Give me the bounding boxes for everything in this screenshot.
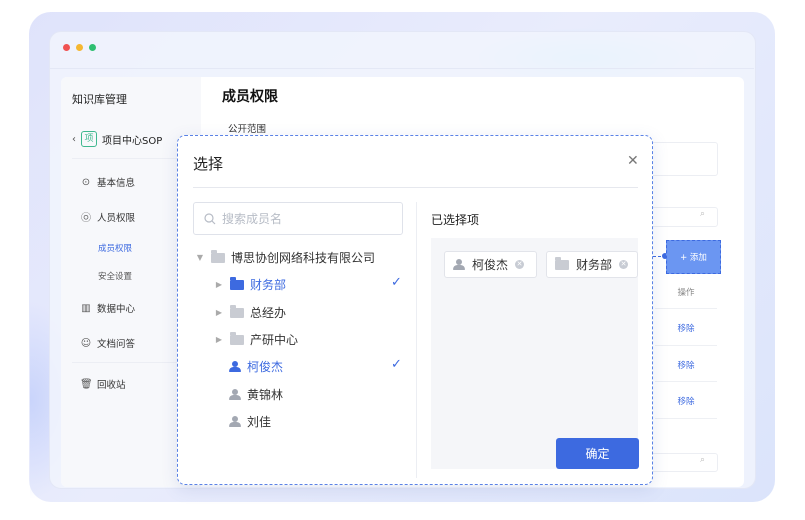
- user-icon: ㉧: [81, 213, 91, 224]
- tree-node-label: 柯俊杰: [247, 360, 284, 374]
- search-icon: ⌕: [700, 455, 706, 465]
- remove-chip-icon[interactable]: ✕: [619, 260, 629, 269]
- sidebar-item-label: 基本信息: [97, 178, 136, 189]
- tree-node-gm-office[interactable]: ▶ 总经办: [214, 304, 286, 321]
- folder-icon: [555, 256, 569, 270]
- maximize-window-dot[interactable]: [89, 44, 96, 51]
- close-icon[interactable]: ✕: [627, 153, 639, 169]
- caret-down-icon[interactable]: ▼: [195, 253, 205, 262]
- toolbar-divider: [50, 68, 754, 69]
- chip-label: 财务部: [576, 258, 613, 272]
- sidebar-subitem-member-permissions[interactable]: 成员权限: [98, 242, 132, 254]
- info-icon: ⊙: [81, 176, 91, 188]
- table-divider: [655, 308, 717, 309]
- sidebar-subitem-security[interactable]: 安全设置: [98, 270, 132, 282]
- search-icon: [204, 212, 216, 224]
- remove-link[interactable]: 移除: [655, 322, 717, 334]
- check-icon: ✓: [391, 275, 402, 290]
- user-icon: [229, 416, 241, 427]
- tree-node-person[interactable]: 黄锦林: [229, 386, 283, 403]
- user-icon: [229, 361, 241, 372]
- bottom-search-input[interactable]: [650, 453, 718, 472]
- close-window-dot[interactable]: [63, 44, 70, 51]
- folder-icon: [211, 249, 225, 263]
- search-icon: ⌕: [700, 209, 706, 219]
- sidebar-item-data-center[interactable]: ▥ 数据中心: [80, 301, 136, 316]
- search-input[interactable]: [222, 211, 382, 226]
- dialog-column-divider: [416, 202, 417, 478]
- add-member-button[interactable]: + 添加: [666, 240, 721, 274]
- chip-label: 柯俊杰: [472, 258, 509, 272]
- remove-link[interactable]: 移除: [655, 395, 717, 407]
- user-icon: [453, 259, 465, 270]
- sidebar-item-label: 回收站: [97, 380, 126, 391]
- trash-icon: 🗑: [80, 378, 93, 390]
- sidebar-item-basic-info[interactable]: ⊙ 基本信息: [80, 175, 136, 190]
- folder-icon: [230, 331, 244, 345]
- sidebar-item-doc-qa[interactable]: ☺ 文档问答: [80, 336, 136, 351]
- sidebar-item-label: 人员权限: [97, 212, 136, 224]
- sidebar-item-recycle-bin[interactable]: 🗑 回收站: [80, 377, 126, 392]
- folder-icon: [230, 304, 244, 318]
- tree-node-finance[interactable]: ▶ 财务部: [214, 276, 286, 293]
- tree-node-company[interactable]: ▼ 博思协创网络科技有限公司: [195, 249, 375, 266]
- caret-right-icon[interactable]: ▶: [214, 308, 224, 317]
- sidebar-item-permissions[interactable]: ㉧ 人员权限: [80, 209, 136, 225]
- tree-node-label: 刘佳: [247, 415, 272, 429]
- table-divider: [655, 381, 717, 382]
- remove-link[interactable]: 移除: [655, 359, 717, 371]
- scope-label: 公开范围: [228, 124, 267, 135]
- minimize-window-dot[interactable]: [76, 44, 83, 51]
- project-switcher[interactable]: ‹ 项 项目中心SOP: [72, 131, 162, 147]
- sidebar-item-label: 数据中心: [97, 304, 136, 315]
- tree-node-rnd[interactable]: ▶ 产研中心: [214, 331, 298, 348]
- dialog-divider: [193, 187, 638, 188]
- tree-node-label: 黄锦林: [247, 388, 284, 402]
- selected-chip: 财务部 ✕: [546, 251, 638, 278]
- tree-node-label: 产研中心: [250, 333, 299, 347]
- tree-node-label: 总经办: [250, 306, 287, 320]
- tree-node-label: 博思协创网络科技有限公司: [231, 251, 376, 265]
- sidebar-item-label: 文档问答: [97, 339, 136, 350]
- window-controls: [63, 44, 96, 51]
- project-name: 项目中心SOP: [102, 135, 163, 147]
- sidebar-divider: [72, 362, 192, 363]
- sidebar-title: 知识库管理: [72, 93, 127, 106]
- chat-icon: ☺: [80, 337, 92, 349]
- tree-node-person[interactable]: 柯俊杰: [229, 358, 283, 375]
- selected-chip: 柯俊杰 ✕: [444, 251, 537, 278]
- selected-title: 已选择项: [431, 213, 480, 227]
- caret-right-icon[interactable]: ▶: [214, 335, 224, 344]
- table-divider: [655, 345, 717, 346]
- sidebar-divider: [72, 158, 192, 159]
- table-divider: [655, 418, 717, 419]
- project-badge: 项: [81, 131, 97, 147]
- column-header-action: 操作: [677, 288, 695, 298]
- user-icon: [229, 389, 241, 400]
- dialog-title: 选择: [193, 155, 224, 173]
- remove-chip-icon[interactable]: ✕: [515, 260, 525, 269]
- member-search[interactable]: [193, 202, 403, 235]
- caret-right-icon[interactable]: ▶: [214, 280, 224, 289]
- chevron-left-icon[interactable]: ‹: [72, 134, 76, 145]
- tree-node-person[interactable]: 刘佳: [229, 413, 271, 430]
- folder-icon: [230, 276, 244, 290]
- check-icon: ✓: [391, 357, 402, 372]
- tree-node-label: 财务部: [250, 278, 287, 292]
- confirm-button[interactable]: 确定: [556, 438, 639, 469]
- chart-icon: ▥: [81, 302, 91, 314]
- page-title: 成员权限: [222, 89, 278, 105]
